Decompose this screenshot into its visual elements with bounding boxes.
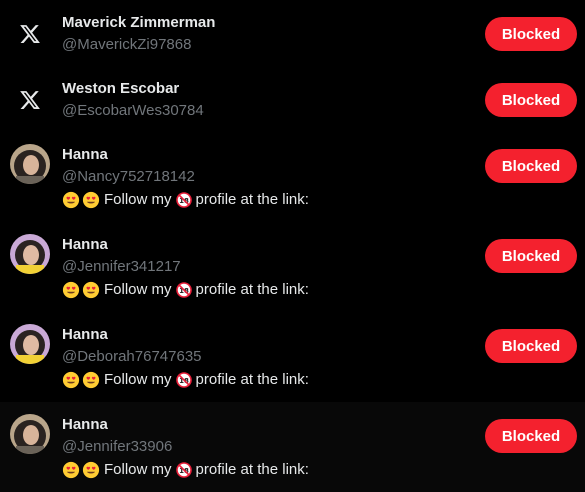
user-name[interactable]: Weston Escobar xyxy=(62,80,179,98)
user-row[interactable]: Hanna @Jennifer33906 Follow my 18 profil… xyxy=(0,402,585,492)
no-under-18-icon: 18 xyxy=(175,462,192,478)
x-logo-icon[interactable] xyxy=(10,14,50,54)
user-handle[interactable]: @Deborah76747635 xyxy=(62,348,202,366)
heart-eyes-emoji-icon xyxy=(82,191,100,209)
heart-eyes-emoji-icon xyxy=(82,461,100,479)
user-handle[interactable]: @Nancy752718142 xyxy=(62,168,195,186)
user-row[interactable]: Hanna @Jennifer341217 Follow my 18 profi… xyxy=(0,222,585,312)
heart-eyes-emoji-icon xyxy=(82,281,100,299)
bio-text: profile at the link: xyxy=(195,281,309,298)
avatar[interactable] xyxy=(10,414,50,454)
avatar[interactable] xyxy=(10,144,50,184)
user-handle[interactable]: @Jennifer33906 xyxy=(62,438,172,456)
user-name[interactable]: Hanna xyxy=(62,326,108,344)
bio-text: profile at the link: xyxy=(195,371,309,388)
heart-eyes-emoji-icon xyxy=(82,371,100,389)
blocked-button[interactable]: Blocked xyxy=(485,17,577,51)
user-row[interactable]: Weston Escobar @EscobarWes30784 Blocked xyxy=(0,66,585,132)
user-bio: Follow my 18 profile at the link: xyxy=(62,190,309,210)
blocked-button[interactable]: Blocked xyxy=(485,83,577,117)
no-under-18-icon: 18 xyxy=(175,192,192,208)
bio-prefix: Follow my xyxy=(104,461,172,478)
user-handle[interactable]: @MaverickZi97868 xyxy=(62,36,191,54)
bio-text: profile at the link: xyxy=(195,191,309,208)
user-name[interactable]: Hanna xyxy=(62,146,108,164)
heart-eyes-emoji-icon xyxy=(62,191,80,209)
user-bio: Follow my 18 profile at the link: xyxy=(62,460,309,480)
bio-prefix: Follow my xyxy=(104,191,172,208)
user-name[interactable]: Hanna xyxy=(62,416,108,434)
heart-eyes-emoji-icon xyxy=(62,461,80,479)
user-row[interactable]: Hanna @Deborah76747635 Follow my 18 prof… xyxy=(0,312,585,402)
heart-eyes-emoji-icon xyxy=(62,371,80,389)
user-name[interactable]: Maverick Zimmerman xyxy=(62,14,215,32)
blocked-button[interactable]: Blocked xyxy=(485,239,577,273)
x-logo-icon[interactable] xyxy=(10,80,50,120)
user-handle[interactable]: @Jennifer341217 xyxy=(62,258,181,276)
user-row[interactable]: Hanna @Nancy752718142 Follow my 18 profi… xyxy=(0,132,585,222)
user-row[interactable]: Maverick Zimmerman @MaverickZi97868 Bloc… xyxy=(0,0,585,66)
bio-prefix: Follow my xyxy=(104,371,172,388)
user-bio: Follow my 18 profile at the link: xyxy=(62,370,309,390)
heart-eyes-emoji-icon xyxy=(62,281,80,299)
user-bio: Follow my 18 profile at the link: xyxy=(62,280,309,300)
bio-text: profile at the link: xyxy=(195,461,309,478)
blocked-button[interactable]: Blocked xyxy=(485,329,577,363)
no-under-18-icon: 18 xyxy=(175,372,192,388)
blocked-button[interactable]: Blocked xyxy=(485,149,577,183)
bio-prefix: Follow my xyxy=(104,281,172,298)
blocked-button[interactable]: Blocked xyxy=(485,419,577,453)
user-handle[interactable]: @EscobarWes30784 xyxy=(62,102,204,120)
user-name[interactable]: Hanna xyxy=(62,236,108,254)
avatar[interactable] xyxy=(10,324,50,364)
no-under-18-icon: 18 xyxy=(175,282,192,298)
avatar[interactable] xyxy=(10,234,50,274)
